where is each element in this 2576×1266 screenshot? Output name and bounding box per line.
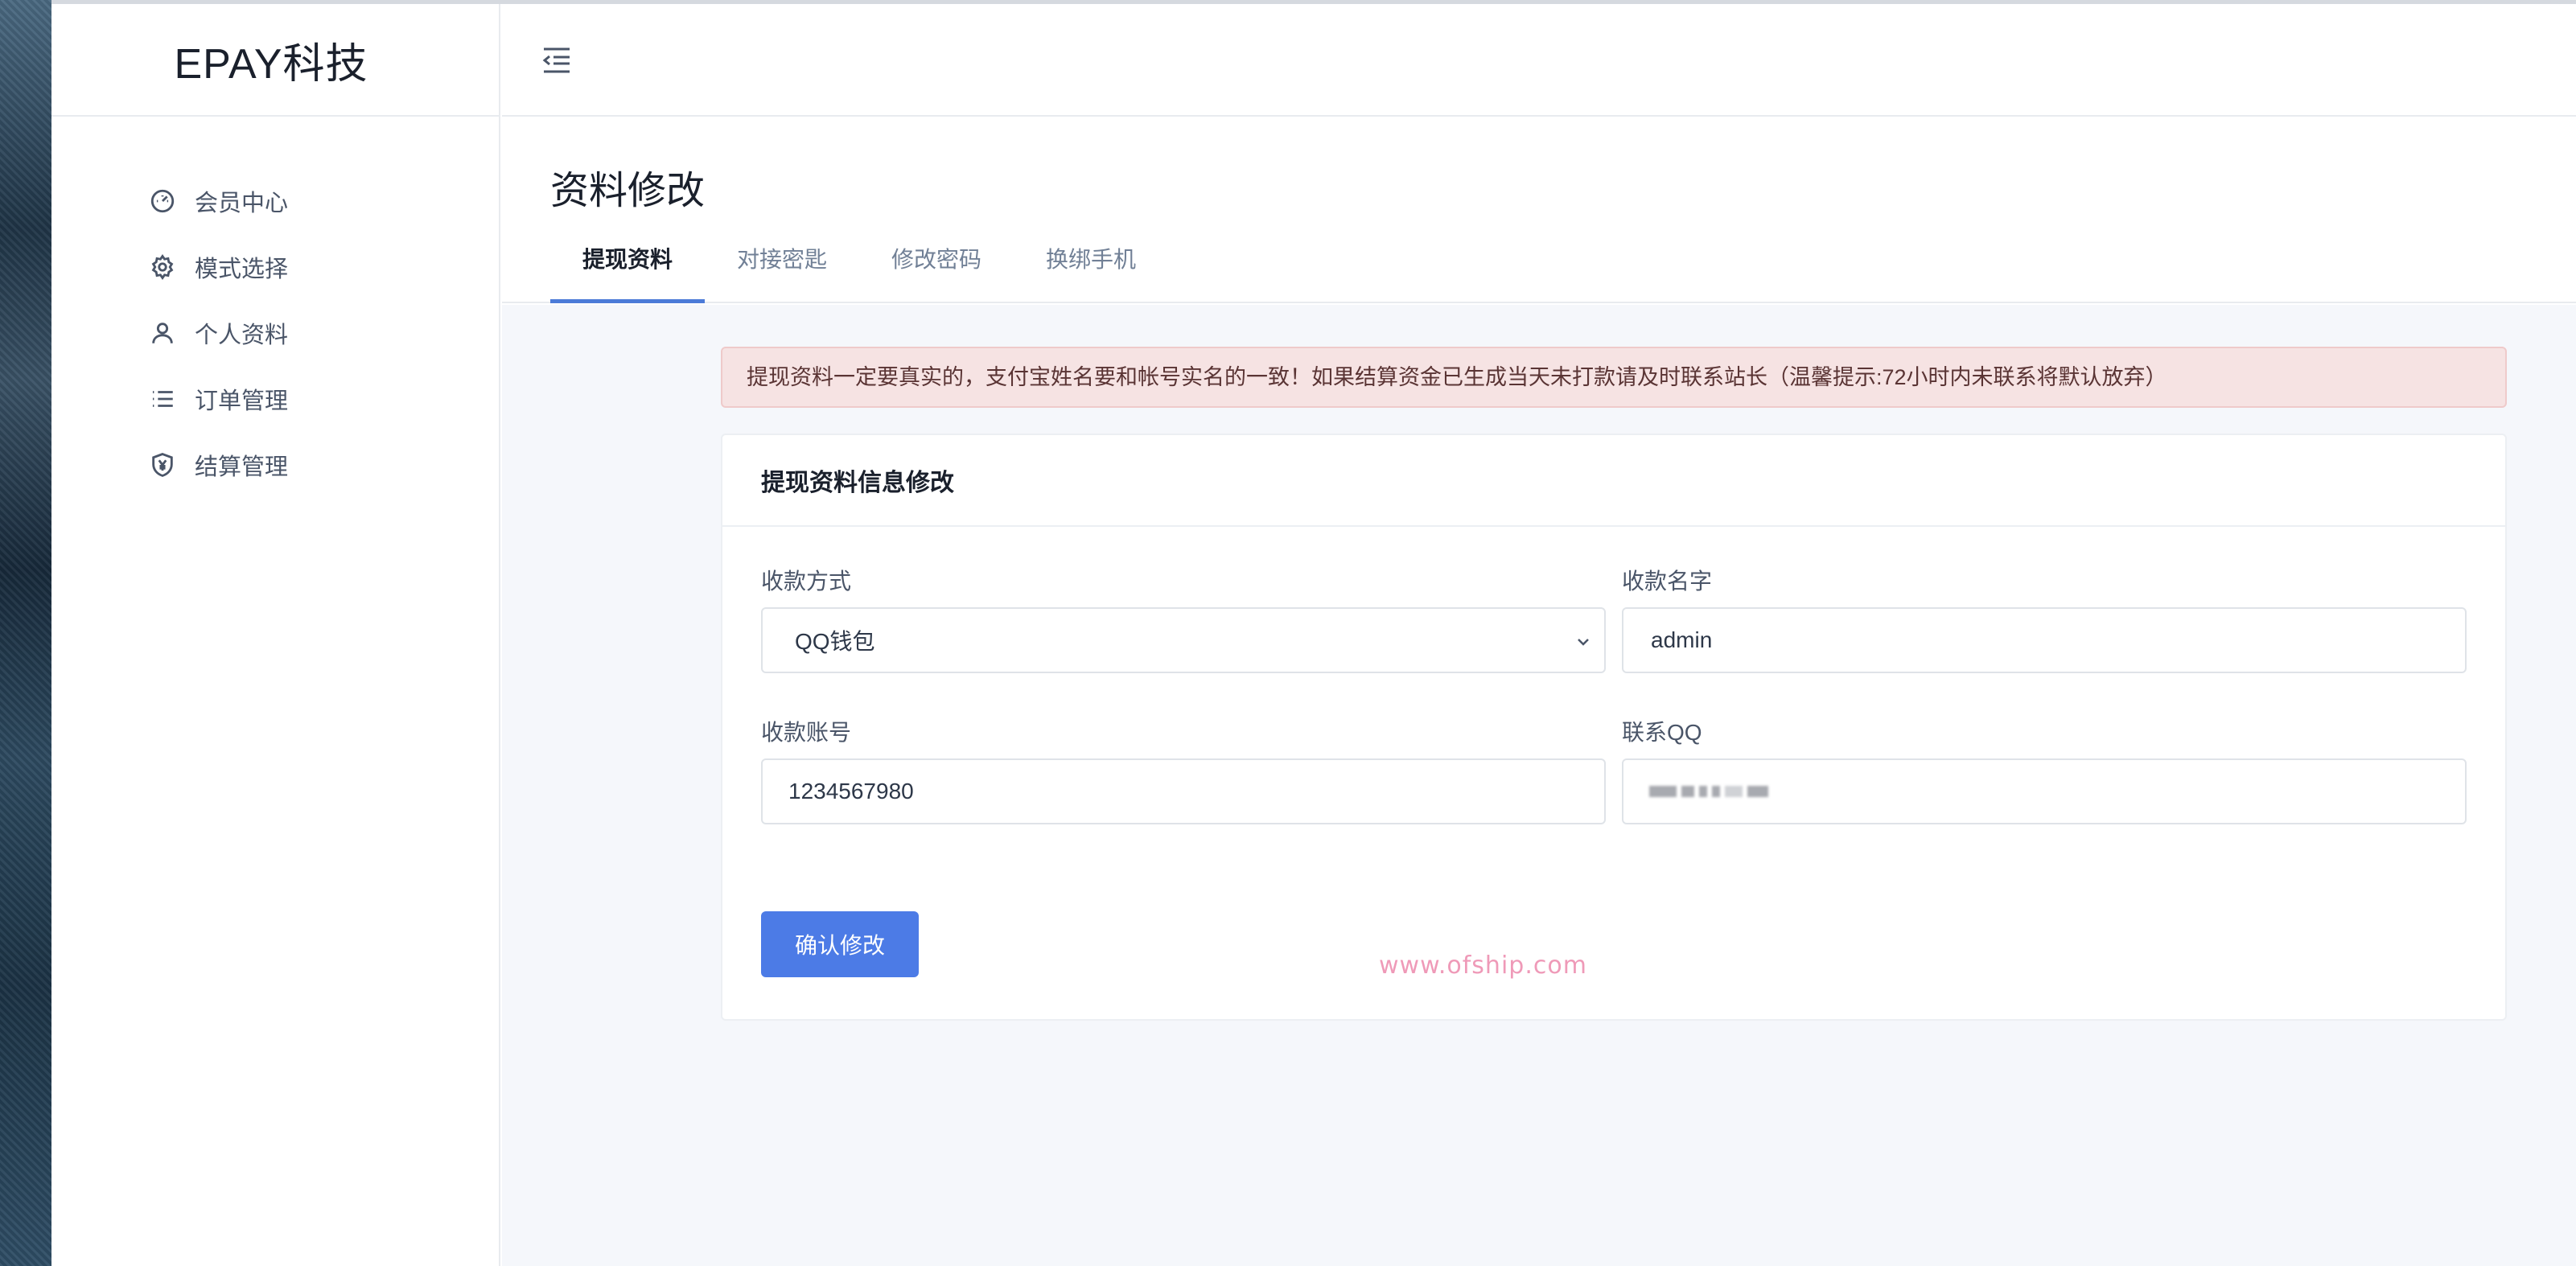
tab-withdraw-info[interactable]: 提现资料 bbox=[550, 231, 706, 303]
sidebar-item-profile[interactable]: 个人资料 bbox=[51, 300, 499, 366]
qq-label: 联系QQ bbox=[1622, 720, 1702, 745]
sidebar-item-label: 个人资料 bbox=[195, 323, 289, 348]
sidebar-item-settlement[interactable]: 结算管理 bbox=[51, 432, 499, 498]
sidebar: EPAY科技 会员中心 模式选择 个人资料 订单管理 结算管理 bbox=[51, 4, 500, 1266]
payment-method-select[interactable]: QQ钱包 bbox=[761, 607, 1606, 673]
watermark: www.ofship.com bbox=[1379, 952, 1587, 980]
payee-name-input[interactable]: admin bbox=[1622, 607, 2467, 673]
payee-name-value: admin bbox=[1651, 627, 1713, 652]
sidebar-item-label: 结算管理 bbox=[195, 454, 289, 480]
background-image-strip bbox=[0, 0, 51, 1266]
tab-api-key[interactable]: 对接密匙 bbox=[705, 231, 859, 303]
confirm-edit-button[interactable]: 确认修改 bbox=[761, 911, 919, 977]
dashboard-gauge-icon bbox=[148, 187, 177, 216]
tab-change-password[interactable]: 修改密码 bbox=[859, 231, 1014, 303]
sidebar-item-mode-select[interactable]: 模式选择 bbox=[51, 234, 499, 300]
main-content: 提现资料一定要真实的，支付宝姓名要和帐号实名的一致！如果结算资金已生成当天未打款… bbox=[502, 305, 2576, 1266]
sidebar-item-member-center[interactable]: 会员中心 bbox=[51, 168, 499, 234]
name-label: 收款名字 bbox=[1622, 569, 1713, 594]
top-header bbox=[502, 4, 2576, 117]
brand-title: EPAY科技 bbox=[174, 40, 368, 88]
account-number-value: 1234567980 bbox=[788, 779, 914, 804]
withdraw-info-card: 提现资料信息修改 收款方式 QQ钱包 收款名字 admin 收款账号 12345… bbox=[721, 434, 2507, 1021]
sidebar-item-label: 订单管理 bbox=[195, 388, 289, 414]
page-header: 资料修改 提现资料 对接密匙 修改密码 换绑手机 bbox=[502, 118, 2576, 303]
yen-shield-icon bbox=[148, 450, 177, 479]
redacted-qq-value bbox=[1649, 786, 1768, 797]
account-label: 收款账号 bbox=[761, 720, 852, 745]
method-label: 收款方式 bbox=[761, 569, 852, 594]
gear-icon bbox=[148, 253, 177, 282]
contact-qq-input[interactable] bbox=[1622, 758, 2467, 824]
sidebar-item-label: 模式选择 bbox=[195, 257, 289, 282]
warning-alert: 提现资料一定要真实的，支付宝姓名要和帐号实名的一致！如果结算资金已生成当天未打款… bbox=[721, 347, 2507, 408]
tab-bar: 提现资料 对接密匙 修改密码 换绑手机 bbox=[550, 231, 1168, 303]
menu-collapse-icon[interactable] bbox=[541, 46, 573, 75]
page-title: 资料修改 bbox=[550, 170, 706, 212]
payment-method-value: QQ钱包 bbox=[795, 629, 875, 654]
account-number-input[interactable]: 1234567980 bbox=[761, 758, 1606, 824]
sidebar-nav: 会员中心 模式选择 个人资料 订单管理 结算管理 bbox=[51, 117, 499, 498]
list-icon bbox=[148, 384, 177, 413]
chevron-down-icon bbox=[1574, 631, 1593, 651]
user-icon bbox=[148, 319, 177, 347]
sidebar-item-label: 会员中心 bbox=[195, 191, 289, 216]
card-title: 提现资料信息修改 bbox=[722, 435, 2505, 527]
tab-change-phone[interactable]: 换绑手机 bbox=[1014, 231, 1168, 303]
sidebar-item-orders[interactable]: 订单管理 bbox=[51, 366, 499, 432]
brand: EPAY科技 bbox=[51, 4, 499, 117]
